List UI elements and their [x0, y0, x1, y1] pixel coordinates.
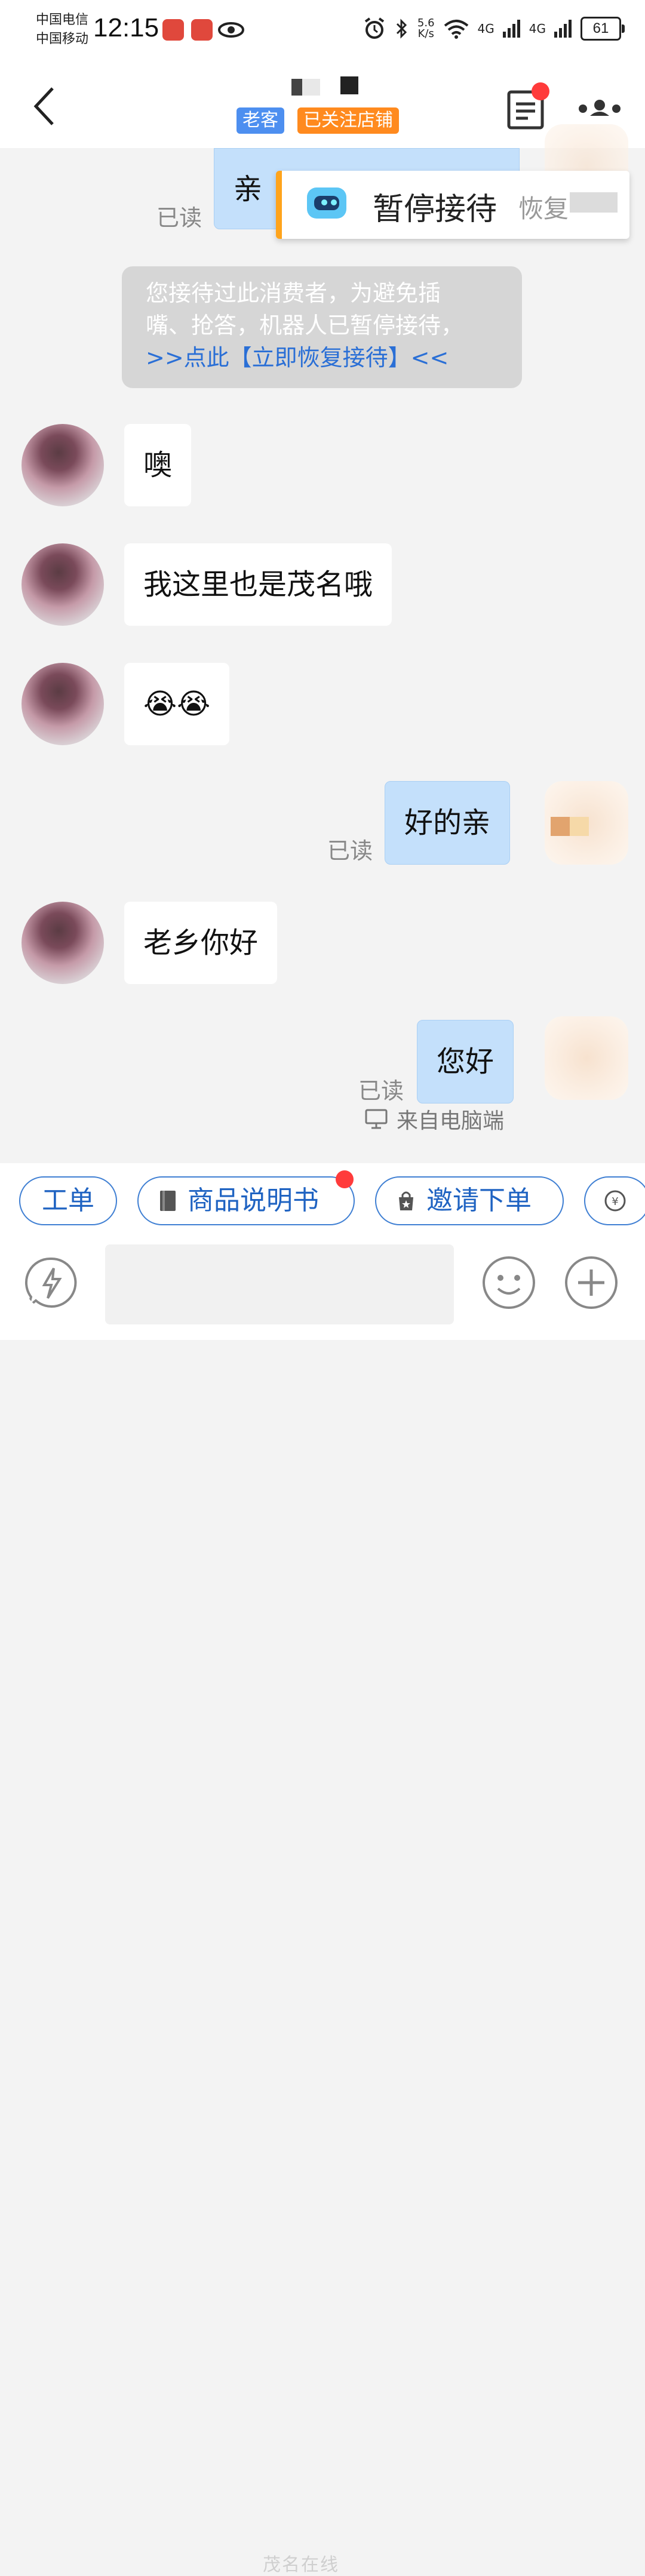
book-icon	[160, 1191, 176, 1211]
svg-text:¥: ¥	[612, 1195, 618, 1208]
old-customer-badge: 老客	[236, 107, 284, 134]
carrier-1: 中国电信	[36, 13, 89, 27]
sent-from-pc-text: 来自电脑端	[397, 1109, 505, 1133]
message-text: 您好	[437, 1045, 494, 1078]
status-bar: 中国电信 中国移动 12:15 5.6 K/s 4G 4G 61	[0, 0, 645, 66]
message-bubble-incoming[interactable]: 噢	[124, 424, 192, 506]
message-text: 老乡你好	[143, 926, 259, 960]
quick-reply-lightning-button[interactable]	[24, 1255, 79, 1310]
back-button[interactable]	[29, 82, 64, 130]
invite-order-chip[interactable]: 邀请下单	[375, 1176, 564, 1225]
signal-4g-label-1: 4G	[477, 21, 494, 36]
notification-dot	[532, 82, 549, 100]
notification-dot	[336, 1170, 354, 1188]
eye-icon	[218, 22, 244, 38]
robot-restore-button[interactable]: 恢复	[518, 189, 569, 225]
status-time: 12:15	[93, 13, 159, 42]
message-bubble-outgoing[interactable]: 您好	[417, 1020, 514, 1103]
redacted-block	[570, 192, 618, 213]
bluetooth-icon	[396, 19, 407, 39]
quick-action-bar: 工单 商品说明书 邀请下单 ¥	[0, 1163, 645, 1234]
sent-from-pc-label: 来自电脑端	[364, 1103, 504, 1135]
status-indicators: 5.6 K/s 4G 4G 61	[363, 17, 625, 41]
wifi-icon	[444, 20, 468, 39]
battery-indicator: 61	[580, 17, 625, 41]
message-text: 好的亲	[404, 806, 491, 840]
message-bubble-incoming[interactable]: 😭😭	[124, 663, 230, 745]
carrier-names: 中国电信 中国移动	[36, 11, 88, 49]
carrier-2: 中国移动	[36, 32, 89, 47]
customer-avatar[interactable]	[22, 902, 104, 984]
notice-line-1: 您接待过此消费者，为避免插	[146, 280, 441, 306]
read-status: 已读	[156, 205, 202, 231]
own-avatar	[545, 781, 628, 865]
read-status: 已读	[327, 838, 373, 864]
work-order-chip[interactable]: 工单	[19, 1176, 117, 1225]
customer-avatar[interactable]	[22, 663, 104, 745]
contact-name-redacted	[291, 76, 358, 96]
chip-label: 商品说明书	[188, 1185, 319, 1216]
customer-avatar[interactable]	[22, 543, 104, 626]
computer-icon	[365, 1109, 388, 1129]
message-bubble-outgoing[interactable]: 好的亲	[385, 781, 511, 865]
shopping-bag-icon	[399, 1191, 413, 1210]
avatar-pixel	[570, 817, 589, 836]
own-avatar	[545, 1016, 628, 1100]
more-options-button[interactable]	[577, 99, 622, 117]
alarm-icon	[364, 17, 385, 39]
signal-bars-icon	[502, 20, 520, 38]
input-bar: 茂名在线	[0, 1234, 645, 2575]
coupon-chip[interactable]: ¥	[584, 1176, 645, 1225]
message-text: 我这里也是茂名哦	[143, 568, 373, 601]
message-input[interactable]	[105, 1244, 454, 1324]
message-text: 亲	[234, 173, 263, 206]
signal-bars-icon	[554, 20, 572, 38]
message-bubble-incoming[interactable]: 老乡你好	[124, 902, 278, 984]
message-text: 噢	[143, 448, 173, 482]
notice-line-2: 嘴、抢答，机器人已暂停接待，	[146, 312, 464, 339]
message-bubble-incoming[interactable]: 我这里也是茂名哦	[124, 543, 392, 626]
robot-icon	[307, 187, 346, 219]
net-speed-unit: K/s	[417, 27, 434, 40]
product-manual-chip[interactable]: 商品说明书	[137, 1176, 355, 1225]
coupon-icon: ¥	[604, 1190, 626, 1212]
app-notification-icon	[162, 19, 184, 41]
chip-label: 工单	[42, 1185, 94, 1216]
restore-reception-link[interactable]: >>点此【立即恢复接待】<<	[146, 342, 498, 374]
watermark: 茂名在线	[263, 2555, 339, 2575]
chip-label: 邀请下单	[426, 1185, 532, 1216]
emoji-button[interactable]	[481, 1255, 536, 1310]
signal-4g-label-2: 4G	[529, 21, 546, 36]
avatar-pixel	[551, 817, 570, 836]
read-status: 已读	[358, 1078, 404, 1104]
robot-status-popup: 暂停接待 恢复	[276, 171, 629, 239]
message-list: 亲 已读 暂停接待 恢复 您接待过此消费者，为避免插 嘴、抢答，机器人已暂停接待…	[0, 124, 645, 1163]
add-attachment-button[interactable]	[564, 1255, 619, 1310]
robot-paused-label: 暂停接待	[373, 192, 497, 228]
message-emoji: 😭😭	[143, 687, 211, 721]
app-notification-icon	[191, 19, 213, 41]
robot-paused-notice: 您接待过此消费者，为避免插 嘴、抢答，机器人已暂停接待， >>点此【立即恢复接待…	[122, 266, 522, 388]
customer-avatar[interactable]	[22, 424, 104, 506]
net-speed: 5.6 K/s	[417, 18, 435, 39]
followed-shop-badge: 已关注店铺	[297, 107, 399, 134]
